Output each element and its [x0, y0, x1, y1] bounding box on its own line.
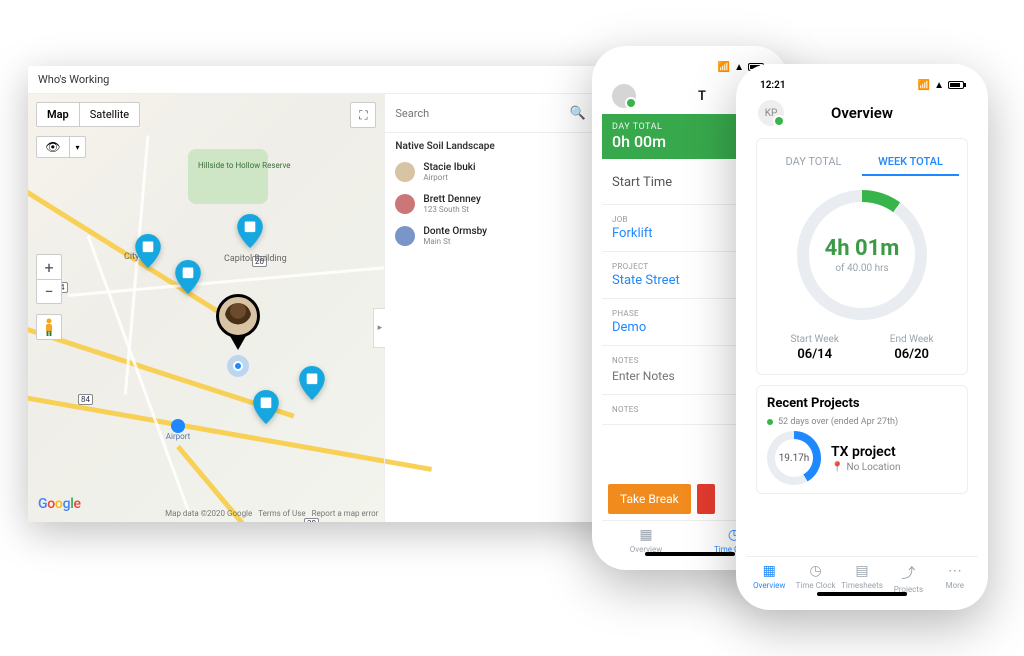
take-break-button[interactable]: Take Break — [608, 484, 691, 514]
map-pane[interactable]: Hillside to Hollow Reserve 184 84 20 30 … — [28, 94, 384, 522]
status-dot-icon — [767, 419, 773, 425]
totals-card: DAY TOTAL WEEK TOTAL 4h 01m of 40.00 hrs… — [756, 138, 968, 375]
search-input[interactable] — [393, 103, 563, 124]
side-panel-collapse[interactable]: ▸ — [373, 308, 385, 348]
map-data-label: Map data ©2020 Google — [165, 509, 252, 518]
map-park-label: Hillside to Hollow Reserve — [198, 162, 291, 171]
tab-more[interactable]: ⋯More — [932, 557, 978, 600]
home-indicator[interactable] — [817, 592, 907, 596]
avatar — [395, 226, 415, 246]
avatar — [395, 162, 415, 182]
grid-icon: ▦ — [639, 527, 652, 543]
recent-projects-card: Recent Projects 52 days over (ended Apr … — [756, 385, 968, 494]
toggle-day[interactable]: DAY TOTAL — [765, 149, 862, 176]
zoom-in-button[interactable]: + — [37, 255, 61, 279]
fullscreen-button[interactable]: ⛶ — [350, 102, 376, 128]
totals-toggle: DAY TOTAL WEEK TOTAL — [765, 149, 959, 176]
map-current-location-dot — [233, 361, 243, 371]
stop-button[interactable] — [697, 484, 715, 514]
desktop-window: Who's Working ? Hillside to Hollow Reser… — [28, 66, 622, 522]
ring-value: 4h 01m — [825, 236, 900, 261]
start-week-value: 06/14 — [790, 347, 838, 362]
airport-label: Airport — [166, 432, 190, 441]
map-type-toggle[interactable]: Map Satellite — [36, 102, 140, 127]
grid-icon: ▦ — [763, 563, 776, 579]
person-location: 123 South St — [423, 205, 480, 214]
person-location: Airport — [423, 173, 475, 182]
recent-project-row[interactable]: 19.17h TX project 📍No Location — [767, 431, 957, 485]
end-week-label: End Week — [890, 334, 934, 345]
zoom-out-button[interactable]: − — [37, 279, 61, 303]
map-report-link[interactable]: Report a map error — [312, 509, 379, 518]
map-park — [188, 149, 268, 204]
window-title: Who's Working — [38, 73, 109, 86]
map-avatar-pin[interactable] — [216, 294, 260, 350]
wifi-icon: ▲ — [734, 62, 744, 73]
map-terms-link[interactable]: Terms of Use — [258, 509, 305, 518]
avatar[interactable] — [612, 84, 636, 108]
map-road — [68, 266, 387, 297]
zoom-control: + − — [36, 254, 62, 304]
map-pin[interactable] — [253, 390, 279, 424]
status-time: 12:21 — [760, 80, 786, 91]
person-name: Donte Ormsby — [423, 226, 487, 237]
map-pin[interactable] — [175, 260, 201, 294]
clock-icon: ◷ — [810, 563, 822, 579]
map-type-satellite[interactable]: Satellite — [79, 103, 139, 126]
progress-ring: 4h 01m of 40.00 hrs — [797, 190, 927, 320]
end-week-value: 06/20 — [890, 347, 934, 362]
home-indicator[interactable] — [645, 552, 735, 556]
phone-overview: 12:21 ▲ KP Overview DAY TOTAL WEEK TOTAL… — [736, 64, 988, 610]
person-name: Stacie Ibuki — [423, 162, 475, 173]
avatar — [395, 194, 415, 214]
recent-projects-title: Recent Projects — [767, 396, 957, 411]
map-hwy-shield: 30 — [304, 518, 319, 522]
search-icon[interactable]: 🔍 — [570, 106, 586, 121]
project-progress-ring: 19.17h — [767, 431, 821, 485]
map-capitol-label: Capitol Building — [224, 254, 287, 264]
visibility-toggle[interactable]: 👁 — [36, 136, 70, 158]
sheet-icon: ▤ — [855, 563, 868, 579]
visibility-dropdown[interactable]: ▾ — [70, 136, 86, 158]
wifi-icon: ▲ — [934, 80, 944, 91]
project-hours: 19.17h — [779, 453, 810, 464]
signal-icon — [718, 62, 730, 73]
map-pin[interactable] — [135, 234, 161, 268]
projects-icon: ⤴ — [901, 563, 915, 583]
project-location: No Location — [846, 462, 900, 473]
person-name: Brett Denney — [423, 194, 480, 205]
map-pin[interactable] — [299, 366, 325, 400]
side-panel: ▸ 🔍 ⚙ Native Soil Landscape Stacie Ibuki… — [384, 94, 622, 522]
battery-icon — [948, 81, 964, 89]
status-bar: 12:21 ▲ — [746, 74, 978, 96]
map-road — [28, 394, 432, 472]
map-hwy-shield: 84 — [78, 394, 93, 405]
person-row[interactable]: Stacie IbukiAirport — [385, 156, 622, 188]
person-row[interactable]: Brett Denney123 South St — [385, 188, 622, 220]
avatar[interactable]: KP — [758, 100, 784, 126]
google-logo: Google — [38, 496, 81, 512]
pegman-button[interactable] — [36, 314, 62, 340]
project-name: TX project — [831, 444, 900, 460]
person-row[interactable]: Donte OrmsbyMain St — [385, 220, 622, 252]
airport-icon — [171, 419, 185, 433]
recent-project-meta: 52 days over (ended Apr 27th) — [767, 417, 957, 427]
start-week-label: Start Week — [790, 334, 838, 345]
screen-title: Overview — [784, 104, 940, 122]
more-icon: ⋯ — [948, 563, 962, 579]
ring-sub: of 40.00 hrs — [825, 263, 900, 274]
window-header: Who's Working ? — [28, 66, 622, 94]
tab-overview[interactable]: ▦Overview — [746, 557, 792, 600]
toggle-week[interactable]: WEEK TOTAL — [862, 149, 959, 176]
person-location: Main St — [423, 237, 487, 246]
map-pin[interactable] — [237, 214, 263, 248]
map-type-map[interactable]: Map — [37, 103, 79, 126]
signal-icon — [918, 80, 930, 91]
group-title: Native Soil Landscape — [385, 133, 622, 156]
map-attribution: Map data ©2020 Google Terms of Use Repor… — [165, 509, 378, 518]
location-pin-icon: 📍 — [831, 462, 843, 473]
